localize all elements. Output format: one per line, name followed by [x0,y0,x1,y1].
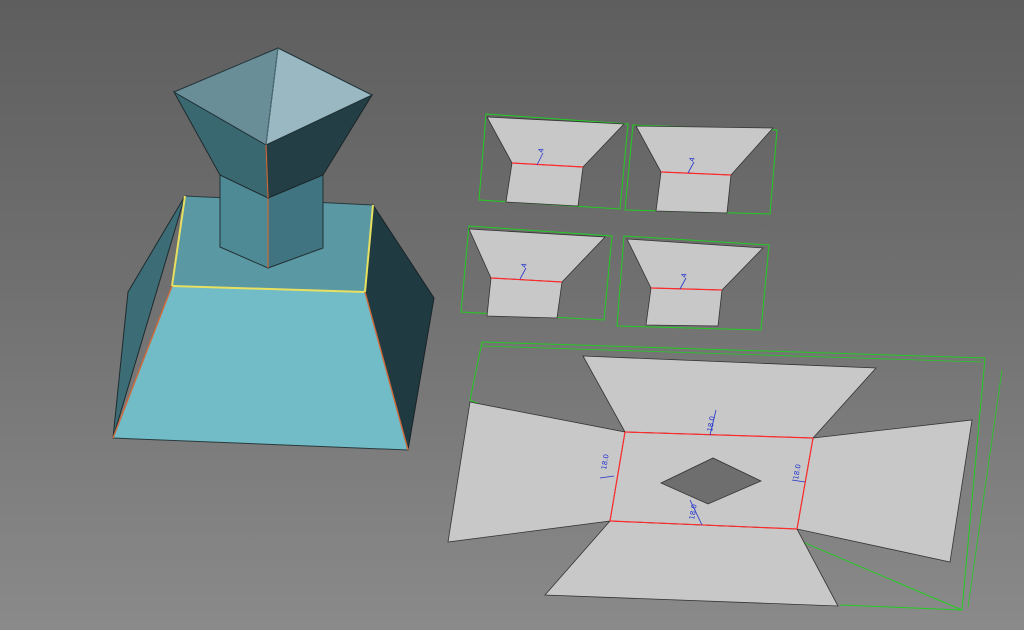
pattern-flange[interactable] [486,116,625,168]
pattern-body[interactable] [486,277,563,319]
3d-viewport[interactable]: 4 4 4 4 18.0 18.0 18.0 18.0 [0,0,1024,630]
pattern-body[interactable] [505,162,584,207]
overall-width-dimension [481,345,983,363]
pattern-bottom-flange[interactable] [544,520,839,607]
pattern-right-flange[interactable] [796,419,973,563]
flat-pattern-1[interactable]: 4 [478,113,629,210]
sheet-metal-model[interactable] [112,47,435,451]
flat-pattern-5[interactable]: 18.0 18.0 18.0 18.0 [447,341,1003,611]
flat-pattern-2[interactable]: 4 [624,124,778,215]
pattern-flange[interactable] [635,125,774,176]
hopper-top-part[interactable] [172,47,374,199]
flat-pattern-4[interactable]: 4 [616,235,770,331]
pattern-flange[interactable] [626,238,764,291]
bounding-box-bottom [839,604,963,611]
flat-pattern-3[interactable]: 4 [460,225,613,321]
pattern-body[interactable] [655,171,732,214]
pattern-body[interactable] [645,287,723,327]
pattern-flange[interactable] [468,228,606,283]
base-bottom-face[interactable] [112,285,409,451]
pattern-left-flange[interactable] [447,401,626,543]
pattern-top-flange[interactable] [582,355,877,439]
model-canvas[interactable]: 4 4 4 4 18.0 18.0 18.0 18.0 [0,0,1024,630]
